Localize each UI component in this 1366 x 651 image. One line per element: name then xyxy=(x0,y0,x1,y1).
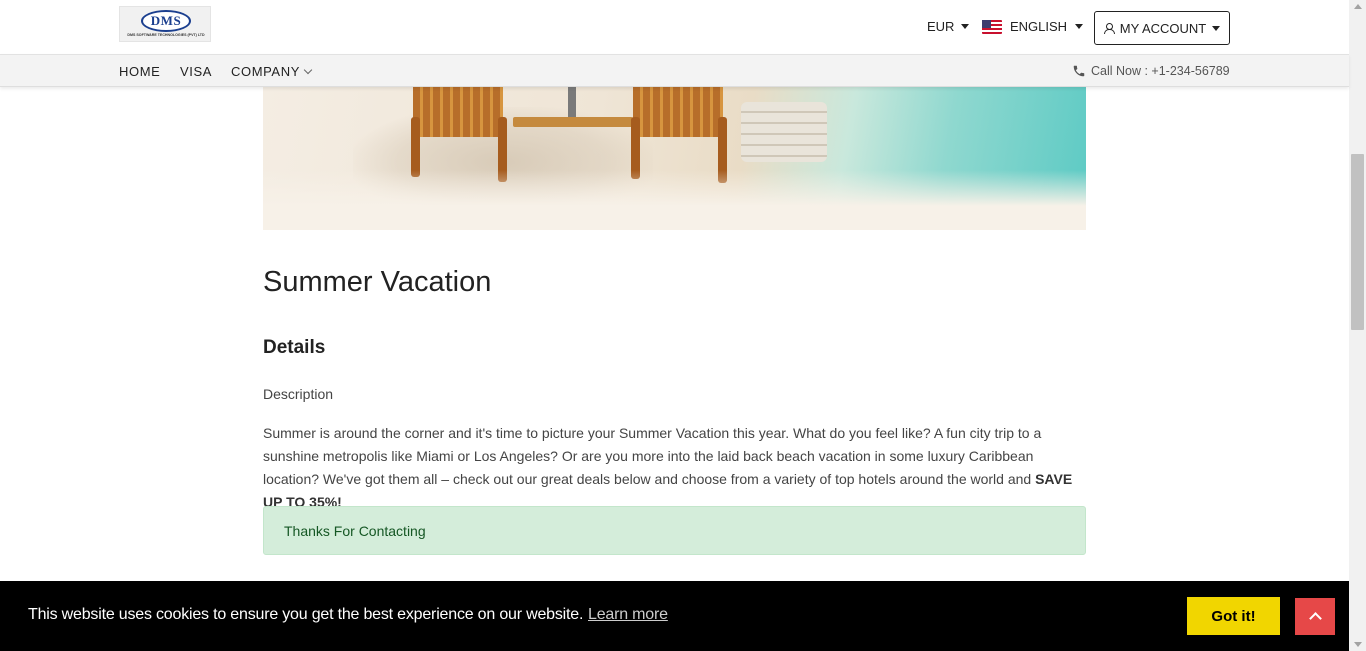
currency-selector[interactable]: EUR xyxy=(927,19,970,34)
scroll-down-arrow-icon[interactable] xyxy=(1354,642,1362,647)
call-now-text: Call Now : +1-234-56789 xyxy=(1091,64,1230,78)
language-label: ENGLISH xyxy=(1010,19,1068,34)
page-scrollbar[interactable] xyxy=(1349,0,1366,651)
chevron-down-icon xyxy=(303,65,313,75)
image-sand-foreground xyxy=(263,170,1086,230)
logo-tagline: DMS SOFTWARE TECHNOLOGIES (PVT) LTD xyxy=(127,33,205,37)
top-header: DMS DMS SOFTWARE TECHNOLOGIES (PVT) LTD … xyxy=(0,0,1349,54)
caret-down-icon xyxy=(1212,25,1221,31)
description-text: Summer is around the corner and it's tim… xyxy=(263,422,1086,514)
user-icon xyxy=(1103,22,1115,34)
phone-icon xyxy=(1073,65,1085,77)
main-navigation: HOME VISA COMPANY Call Now : +1-234-5678… xyxy=(0,54,1349,87)
chair-back xyxy=(413,87,503,137)
success-alert: Thanks For Contacting xyxy=(263,506,1086,555)
chair-leg xyxy=(411,117,420,177)
logo-emblem: DMS xyxy=(141,10,191,32)
nav-visa[interactable]: VISA xyxy=(180,64,212,79)
hero-beach-image xyxy=(263,87,1086,230)
logo-text: DMS xyxy=(150,13,182,28)
beach-table-image xyxy=(513,117,633,127)
scroll-up-arrow-icon[interactable] xyxy=(1354,4,1362,9)
company-logo[interactable]: DMS DMS SOFTWARE TECHNOLOGIES (PVT) LTD xyxy=(119,6,211,42)
details-heading: Details xyxy=(263,337,326,358)
back-to-top-button[interactable] xyxy=(1295,598,1335,635)
cookie-banner: This website uses cookies to ensure you … xyxy=(0,581,1349,651)
caret-down-icon xyxy=(961,24,970,29)
beach-chair-image xyxy=(403,87,513,182)
scroll-thumb[interactable] xyxy=(1351,154,1364,330)
call-now-link[interactable]: Call Now : +1-234-56789 xyxy=(1072,64,1230,78)
my-account-label: MY ACCOUNT xyxy=(1119,20,1207,36)
caret-down-icon xyxy=(1075,24,1084,29)
cookie-learn-more-link[interactable]: Learn more xyxy=(588,606,668,624)
page-title: Summer Vacation xyxy=(263,266,492,298)
nav-company-label: COMPANY xyxy=(231,64,300,79)
beach-chair-image xyxy=(623,87,733,183)
chair-back xyxy=(633,87,723,137)
cushion-stack-image xyxy=(741,102,827,162)
cookie-accept-button[interactable]: Got it! xyxy=(1187,597,1280,635)
currency-label: EUR xyxy=(927,19,955,34)
us-flag-icon xyxy=(982,19,1002,34)
my-account-button[interactable]: MY ACCOUNT xyxy=(1094,11,1230,45)
description-label: Description xyxy=(263,386,334,402)
description-body: Summer is around the corner and it's tim… xyxy=(263,425,1042,487)
cookie-message: This website uses cookies to ensure you … xyxy=(28,606,584,623)
chevron-up-icon xyxy=(1308,612,1322,625)
nav-home[interactable]: HOME xyxy=(119,64,160,79)
nav-company[interactable]: COMPANY xyxy=(231,64,313,79)
language-selector[interactable]: ENGLISH xyxy=(982,19,1084,34)
